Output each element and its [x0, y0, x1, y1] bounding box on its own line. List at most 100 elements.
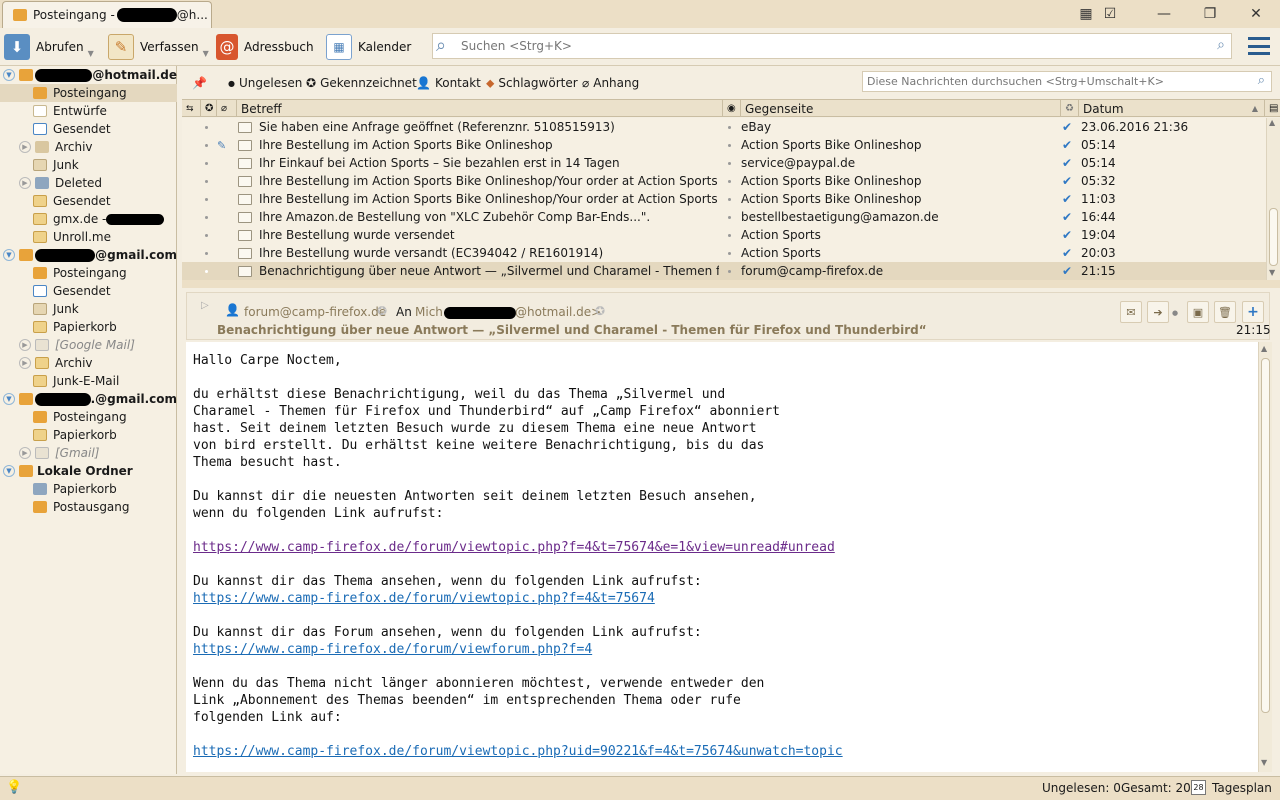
scrollbar-thumb[interactable]: [1269, 208, 1278, 266]
folder-item[interactable]: Posteingang: [0, 408, 177, 426]
lightbulb-icon[interactable]: 💡: [6, 780, 22, 795]
account-gmail-1[interactable]: ▼ @gmail.com: [0, 246, 177, 264]
filter-tags-button[interactable]: ⬥ Schlagwörter: [486, 74, 578, 92]
twisty-icon[interactable]: ▶: [19, 357, 31, 369]
folder-item[interactable]: ▶ [Gmail]: [0, 444, 177, 462]
read-toggle-icon[interactable]: [728, 143, 731, 147]
filter-unread-button[interactable]: ● Ungelesen: [228, 74, 302, 92]
restore-icon[interactable]: ❐: [1196, 4, 1224, 24]
filter-contact-button[interactable]: 👤 Kontakt: [416, 74, 481, 92]
folder-item[interactable]: Entwürfe: [0, 102, 177, 120]
folder-item[interactable]: Papierkorb: [0, 480, 177, 498]
twisty-icon[interactable]: ▼: [3, 249, 15, 261]
tab-inbox[interactable]: Posteingang - @h...: [2, 1, 212, 28]
search-icon[interactable]: ⌕: [1217, 37, 1225, 53]
message-row[interactable]: ✎ Ihre Bestellung im Action Sports Bike …: [182, 136, 1266, 154]
message-from[interactable]: forum@camp-firefox.de: [244, 305, 386, 319]
twisty-icon[interactable]: ▼: [3, 393, 15, 405]
global-search-input[interactable]: Suchen <Strg+K> ⌕: [432, 33, 1232, 59]
folder-item[interactable]: gmx.de -: [0, 210, 177, 228]
column-subject[interactable]: Betreff: [236, 100, 722, 117]
addressbook-button[interactable]: @ Adressbuch: [216, 32, 314, 62]
twisty-icon[interactable]: ▶: [19, 141, 31, 153]
compose-button[interactable]: ✎ Verfassen ▼: [108, 32, 209, 62]
unwatch-link[interactable]: https://www.camp-firefox.de/forum/viewto…: [193, 744, 843, 759]
message-row[interactable]: Ihre Bestellung wurde versandt (EC394042…: [182, 244, 1266, 262]
scroll-up-icon[interactable]: ▲: [1269, 118, 1275, 127]
scrollbar-thumb[interactable]: [1261, 358, 1270, 713]
scroll-up-icon[interactable]: ▲: [1261, 344, 1267, 353]
column-picker-icon[interactable]: ▤: [1264, 100, 1280, 117]
folder-item[interactable]: Junk-E-Mail: [0, 372, 177, 390]
star-toggle-icon[interactable]: [205, 143, 208, 147]
topic-link[interactable]: https://www.camp-firefox.de/forum/viewto…: [193, 591, 655, 606]
forward-icon[interactable]: ➔: [1147, 301, 1169, 323]
folder-item[interactable]: Gesendet: [0, 192, 177, 210]
read-column-icon[interactable]: ◉: [722, 100, 740, 117]
message-row[interactable]: Sie haben eine Anfrage geöffnet (Referen…: [182, 118, 1266, 136]
fetch-button[interactable]: ⬇ Abrufen ▼: [4, 32, 94, 62]
filter-starred-button[interactable]: ✪ Gekennzeichnet: [306, 74, 417, 92]
today-pane-toggle[interactable]: Tagesplan: [1212, 781, 1272, 795]
read-toggle-icon[interactable]: [728, 215, 731, 219]
column-correspondent[interactable]: Gegenseite: [740, 100, 1060, 117]
folder-item[interactable]: Unroll.me: [0, 228, 177, 246]
folder-item[interactable]: ▶ [Google Mail]: [0, 336, 177, 354]
folder-item[interactable]: Junk: [0, 300, 177, 318]
star-toggle-icon[interactable]: [205, 197, 208, 201]
column-date[interactable]: Datum ▲: [1078, 100, 1264, 117]
quick-filter-search-input[interactable]: Diese Nachrichten durchsuchen <Strg+Umsc…: [862, 71, 1272, 92]
folder-item[interactable]: Postausgang: [0, 498, 177, 516]
star-toggle-icon[interactable]: [205, 233, 208, 237]
folder-item[interactable]: Posteingang: [0, 264, 177, 282]
twisty-icon[interactable]: ▶: [19, 447, 31, 459]
message-row[interactable]: Ihr Einkauf bei Action Sports – Sie beza…: [182, 154, 1266, 172]
star-toggle-icon[interactable]: [205, 179, 208, 183]
message-row[interactable]: Ihre Bestellung im Action Sports Bike On…: [182, 172, 1266, 190]
folder-item[interactable]: Papierkorb: [0, 318, 177, 336]
read-toggle-icon[interactable]: [728, 125, 731, 129]
folder-item[interactable]: Gesendet: [0, 120, 177, 138]
twisty-icon[interactable]: ▶: [19, 177, 31, 189]
star-toggle-icon[interactable]: [205, 251, 208, 255]
unread-link[interactable]: https://www.camp-firefox.de/forum/viewto…: [193, 540, 835, 555]
read-toggle-icon[interactable]: [728, 161, 731, 165]
folder-item[interactable]: Junk: [0, 156, 177, 174]
archive-icon[interactable]: ▣: [1187, 301, 1209, 323]
local-folders[interactable]: ▼ Lokale Ordner: [0, 462, 177, 480]
star-column-icon[interactable]: ✪: [200, 100, 216, 117]
folder-item[interactable]: Gesendet: [0, 282, 177, 300]
tasks-tab-icon[interactable]: ☑: [1096, 4, 1124, 24]
star-icon[interactable]: ✪: [595, 304, 605, 318]
message-row[interactable]: Ihre Bestellung wurde versendet Action S…: [182, 226, 1266, 244]
today-pane-icon[interactable]: 28: [1191, 780, 1206, 795]
account-hotmail[interactable]: ▼ @hotmail.de: [0, 66, 177, 84]
read-toggle-icon[interactable]: [728, 179, 731, 183]
folder-item[interactable]: ▶ Archiv: [0, 138, 177, 156]
message-row[interactable]: Ihre Bestellung im Action Sports Bike On…: [182, 190, 1266, 208]
close-icon[interactable]: ✕: [1242, 4, 1270, 24]
calendar-button[interactable]: ▦ Kalender: [326, 32, 411, 62]
read-toggle-icon[interactable]: [728, 233, 731, 237]
folder-item[interactable]: Posteingang: [0, 84, 177, 102]
message-body-scrollbar[interactable]: ▲ ▼: [1258, 342, 1272, 772]
thread-list-scrollbar[interactable]: ▲ ▼: [1266, 118, 1280, 280]
chevron-down-icon[interactable]: ●: [1172, 309, 1178, 317]
scroll-down-icon[interactable]: ▼: [1261, 758, 1267, 767]
star-icon[interactable]: ✪: [377, 304, 387, 318]
attachment-column-icon[interactable]: ⌀: [216, 100, 236, 117]
twisty-icon[interactable]: ▼: [3, 69, 15, 81]
account-gmail-2[interactable]: ▼ .@gmail.com: [0, 390, 177, 408]
delete-icon[interactable]: 🗑: [1214, 301, 1236, 323]
star-toggle-icon[interactable]: [205, 161, 208, 165]
message-row[interactable]: Ihre Amazon.de Bestellung von "XLC Zubeh…: [182, 208, 1266, 226]
twisty-icon[interactable]: ▶: [19, 339, 31, 351]
message-row-selected[interactable]: Benachrichtigung über neue Antwort — „Si…: [182, 262, 1266, 280]
read-toggle-icon[interactable]: [728, 251, 731, 255]
message-to-suffix[interactable]: @hotmail.de>: [515, 305, 601, 319]
star-toggle-icon[interactable]: [205, 269, 208, 273]
message-to-prefix[interactable]: Mich: [415, 305, 443, 319]
star-toggle-icon[interactable]: [205, 125, 208, 129]
junk-column-icon[interactable]: ♻: [1060, 100, 1078, 117]
read-toggle-icon[interactable]: [728, 197, 731, 201]
